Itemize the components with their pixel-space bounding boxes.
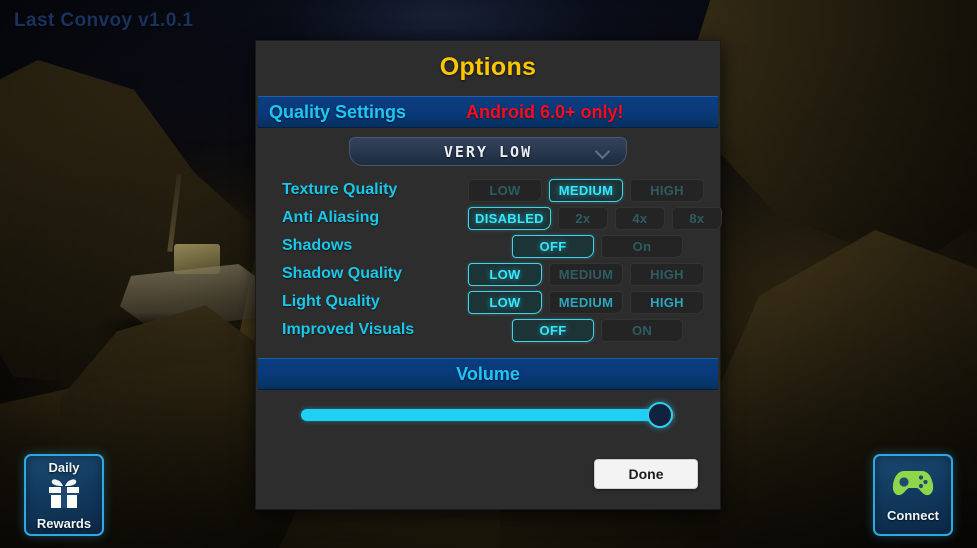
option-light-quality-medium[interactable]: MEDIUM <box>549 290 623 314</box>
option-texture-high[interactable]: HIGH <box>630 178 704 202</box>
option-shadow-quality-medium[interactable]: MEDIUM <box>549 262 623 286</box>
option-texture-low[interactable]: LOW <box>468 178 542 202</box>
setting-label: Shadows <box>282 237 353 254</box>
option-shadow-quality-high[interactable]: HIGH <box>630 262 704 286</box>
options-dialog: Options Quality Settings Android 6.0+ on… <box>255 40 722 510</box>
setting-label: Improved Visuals <box>282 321 415 338</box>
game-screen: Last Convoy v1.0.1 Options Quality Setti… <box>0 0 977 548</box>
option-texture-medium[interactable]: MEDIUM <box>549 178 623 202</box>
option-aa-8x[interactable]: 8x <box>671 206 722 230</box>
setting-label: Anti Aliasing <box>282 209 380 226</box>
daily-rewards-line2: Rewards <box>36 515 92 531</box>
option-aa-2x[interactable]: 2x <box>557 206 608 230</box>
option-improved-visuals-off[interactable]: OFF <box>512 318 594 342</box>
option-improved-visuals-on[interactable]: ON <box>601 318 683 342</box>
chevron-down-icon <box>594 143 611 160</box>
setting-label: Light Quality <box>282 293 380 310</box>
game-version-label: Last Convoy v1.0.1 <box>14 10 194 31</box>
volume-title: Volume <box>456 363 520 384</box>
setting-label: Texture Quality <box>282 181 398 198</box>
option-shadow-quality-low[interactable]: LOW <box>468 262 542 286</box>
volume-slider[interactable] <box>301 402 675 428</box>
dialog-title: Options <box>439 53 537 81</box>
volume-header: Volume <box>258 358 718 390</box>
setting-row-shadow-quality: Shadow Quality LOW MEDIUM HIGH <box>282 260 708 288</box>
quality-settings-header: Quality Settings Android 6.0+ only! <box>258 96 718 128</box>
setting-label: Shadow Quality <box>282 265 403 282</box>
option-aa-4x[interactable]: 4x <box>614 206 665 230</box>
setting-row-anti-aliasing: Anti Aliasing DISABLED 2x 4x 8x <box>282 204 722 232</box>
connect-label: Connect <box>887 508 939 523</box>
option-aa-disabled[interactable]: DISABLED <box>468 206 551 230</box>
setting-row-light-quality: Light Quality LOW MEDIUM HIGH <box>282 288 708 316</box>
rock-formation-right <box>677 0 977 268</box>
quality-preset-dropdown[interactable]: VERY LOW <box>349 137 627 166</box>
daily-rewards-line1: Daily <box>48 459 80 475</box>
quality-settings-rows: Texture Quality LOW MEDIUM HIGH Anti Ali… <box>256 176 722 344</box>
quality-settings-title: Quality Settings <box>269 101 407 122</box>
daily-rewards-button[interactable]: Daily Rewards <box>24 454 104 536</box>
setting-row-shadows: Shadows OFF On <box>282 232 708 260</box>
connect-button[interactable]: Connect <box>873 454 953 536</box>
volume-slider-fill <box>301 409 661 421</box>
volume-slider-handle[interactable] <box>647 402 674 428</box>
android-requirement-note: Android 6.0+ only! <box>466 101 624 122</box>
quality-preset-value: VERY LOW <box>443 142 533 161</box>
setting-row-texture-quality: Texture Quality LOW MEDIUM HIGH <box>282 176 708 204</box>
done-button[interactable]: Done <box>594 459 698 489</box>
option-light-quality-high[interactable]: HIGH <box>630 290 704 314</box>
setting-row-improved-visuals: Improved Visuals OFF ON <box>282 316 708 344</box>
option-shadows-off[interactable]: OFF <box>512 234 594 258</box>
gamepad-icon <box>891 467 935 504</box>
option-shadows-on[interactable]: On <box>601 234 683 258</box>
option-light-quality-low[interactable]: LOW <box>468 290 542 314</box>
gift-icon <box>46 477 82 514</box>
